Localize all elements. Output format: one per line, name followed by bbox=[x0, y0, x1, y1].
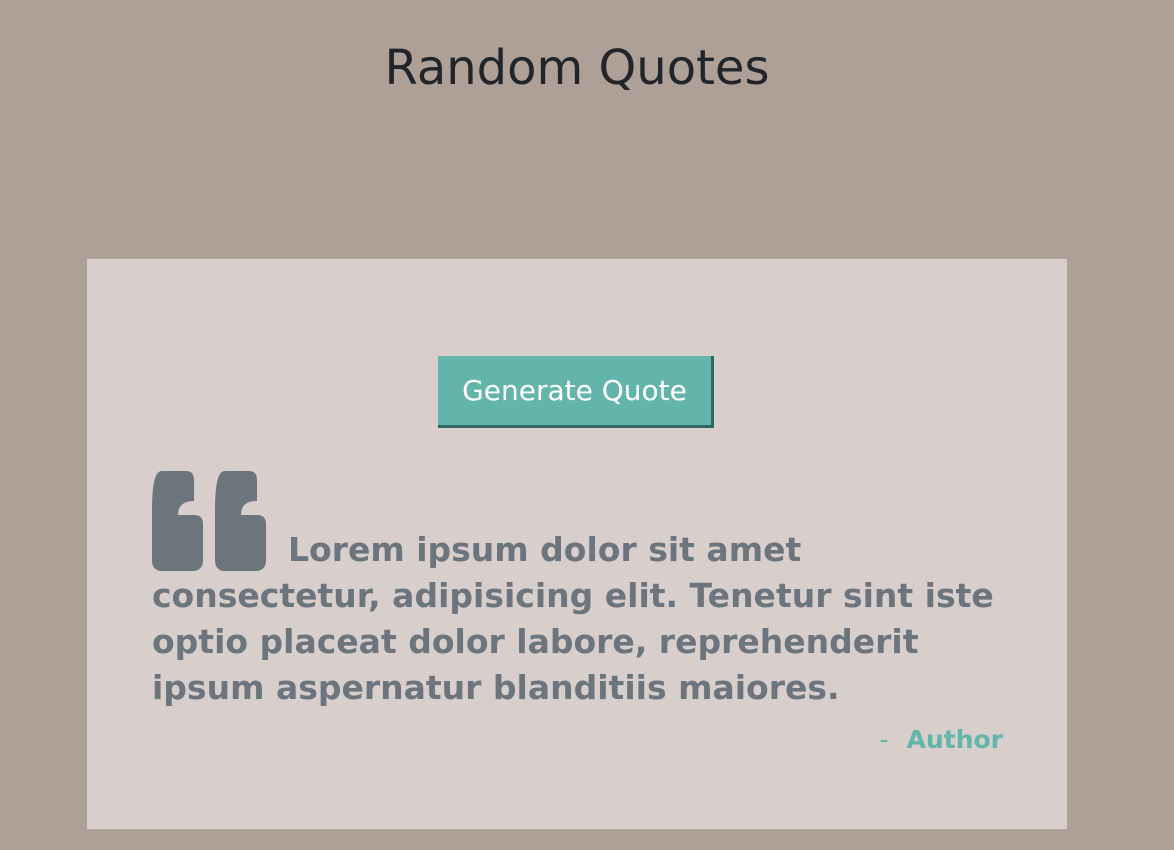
generate-quote-button[interactable]: Generate Quote bbox=[438, 356, 714, 428]
author-name: Author bbox=[906, 725, 1003, 754]
author-line: - Author bbox=[880, 725, 1003, 754]
page-title: Random Quotes bbox=[384, 40, 770, 96]
quote-card: Generate Quote Lorem ipsum dolor sit ame… bbox=[87, 259, 1067, 829]
quote-left-icon bbox=[152, 471, 266, 571]
author-dash: - bbox=[879, 725, 889, 754]
quote-text: Lorem ipsum dolor sit amet consectetur, … bbox=[152, 530, 994, 707]
quote-block: Lorem ipsum dolor sit amet consectetur, … bbox=[152, 471, 1002, 711]
